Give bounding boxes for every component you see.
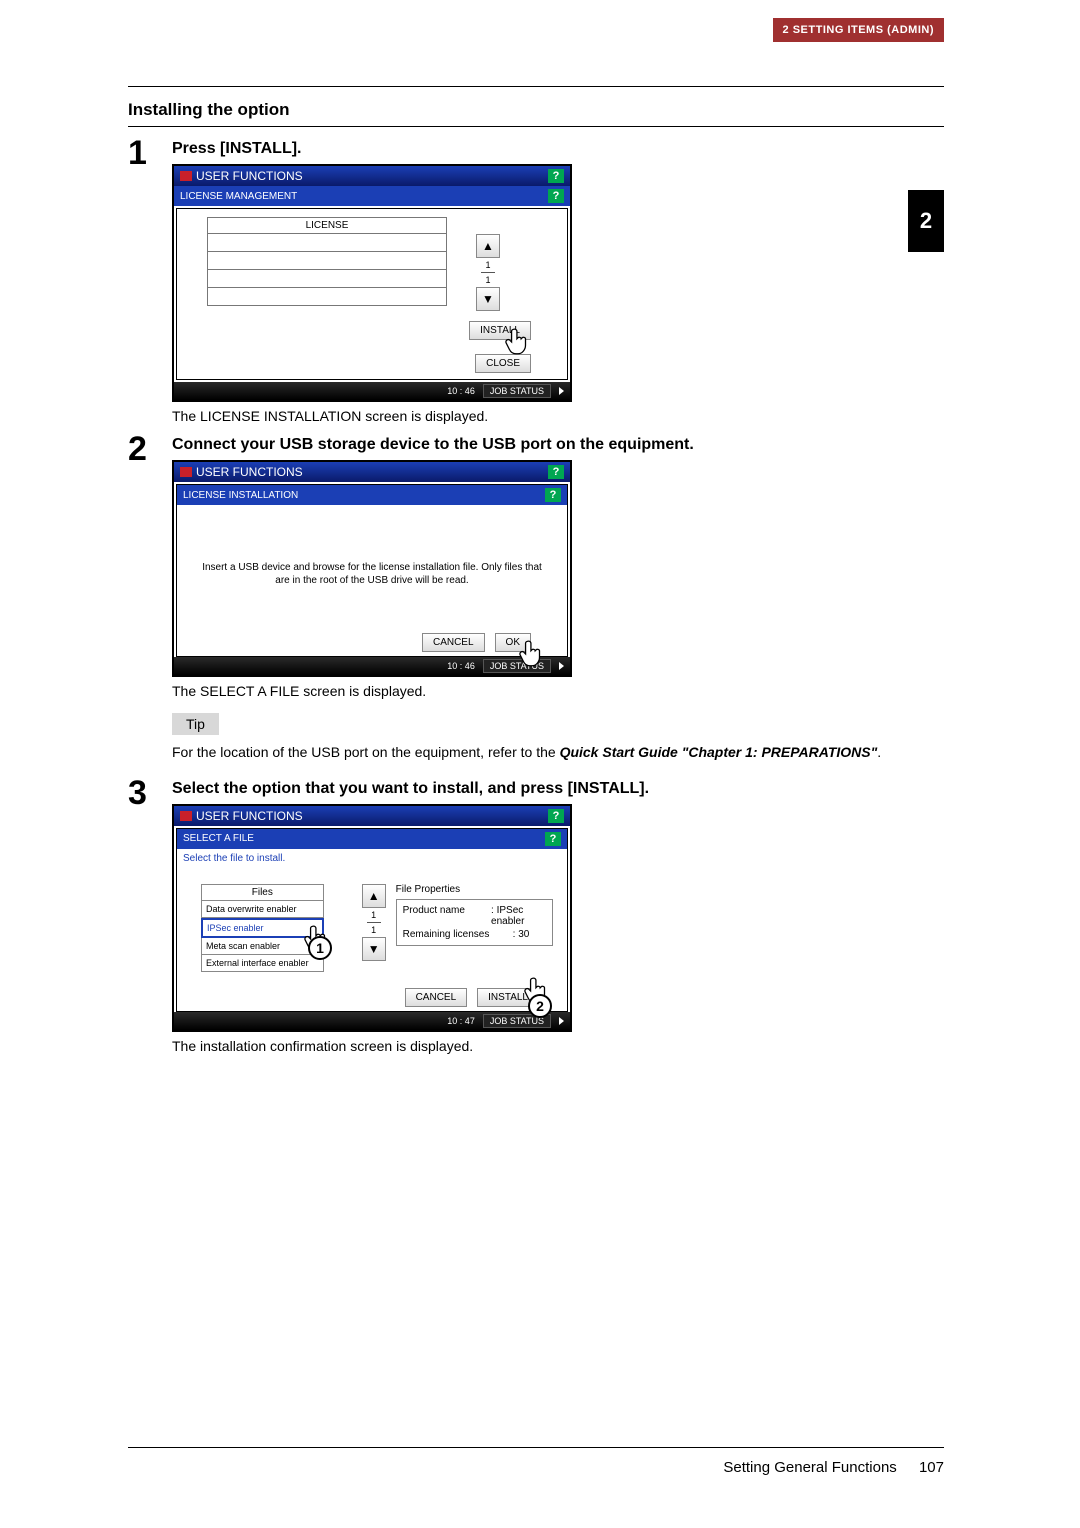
section-title: Installing the option (128, 100, 944, 127)
logo-icon (180, 811, 192, 821)
clock: 10 : 47 (447, 1016, 475, 1026)
property-row: Remaining licenses: 30 (403, 928, 546, 941)
footer: Setting General Functions 107 (723, 1459, 944, 1476)
page-total: 1 (485, 274, 490, 286)
page-up-button[interactable]: ▲ (476, 234, 500, 258)
status-bar: 10 : 47 JOB STATUS (174, 1012, 570, 1030)
instruction-message: Insert a USB device and browse for the l… (177, 505, 567, 627)
titlebar: USER FUNCTIONS ? (174, 166, 570, 186)
page-down-button[interactable]: ▼ (362, 937, 386, 961)
help-icon[interactable]: ? (548, 465, 564, 479)
file-item[interactable]: Meta scan enabler (201, 938, 324, 955)
breadcrumb-text: LICENSE MANAGEMENT (180, 191, 297, 202)
help-icon[interactable]: ? (548, 809, 564, 823)
top-rule (128, 86, 944, 87)
license-column-header: LICENSE (207, 217, 447, 234)
files-column-header: Files (201, 884, 324, 901)
license-row[interactable] (207, 234, 447, 252)
file-item-selected[interactable]: IPSec enabler (201, 918, 324, 938)
license-row[interactable] (207, 270, 447, 288)
page-current: 1 (485, 259, 490, 271)
status-bar: 10 : 46 JOB STATUS (174, 382, 570, 400)
screenshot-select-file: USER FUNCTIONS ? SELECT A FILE ? Select … (172, 804, 572, 1032)
step-2: 2 Connect your USB storage device to the… (128, 432, 944, 768)
titlebar: USER FUNCTIONS ? (174, 462, 570, 482)
page-number: 107 (919, 1459, 944, 1476)
cancel-button[interactable]: CANCEL (422, 633, 485, 652)
window-title: USER FUNCTIONS (196, 809, 303, 823)
step-caption: The SELECT A FILE screen is displayed. (172, 683, 944, 699)
step-1: 1 Press [INSTALL]. USER FUNCTIONS ? LICE… (128, 136, 944, 424)
step-number: 1 (128, 136, 172, 424)
breadcrumb: SELECT A FILE ? (177, 829, 567, 849)
step-number: 3 (128, 776, 172, 1054)
file-item[interactable]: Data overwrite enabler (201, 901, 324, 918)
triangle-icon (559, 1017, 564, 1025)
step-heading: Select the option that you want to insta… (172, 780, 944, 798)
header-badge: 2 SETTING ITEMS (ADMIN) (773, 18, 944, 42)
window-title: USER FUNCTIONS (196, 465, 303, 479)
tip-box: Tip For the location of the USB port on … (172, 713, 944, 762)
help-icon[interactable]: ? (548, 169, 564, 183)
step-number: 2 (128, 432, 172, 768)
screenshot-license-installation: USER FUNCTIONS ? LICENSE INSTALLATION ? … (172, 460, 572, 677)
page-down-button[interactable]: ▼ (476, 287, 500, 311)
license-row[interactable] (207, 252, 447, 270)
titlebar: USER FUNCTIONS ? (174, 806, 570, 826)
section-title-text: Installing the option (128, 100, 944, 120)
step-heading: Press [INSTALL]. (172, 140, 944, 158)
file-item[interactable]: External interface enabler (201, 955, 324, 972)
window-title: USER FUNCTIONS (196, 169, 303, 183)
screenshot-license-management: USER FUNCTIONS ? LICENSE MANAGEMENT ? LI… (172, 164, 572, 402)
callout-1: 1 (308, 936, 332, 960)
close-button[interactable]: CLOSE (475, 354, 531, 373)
help-icon[interactable]: ? (545, 488, 561, 502)
install-button[interactable]: INSTALL (469, 321, 531, 340)
help-icon[interactable]: ? (548, 189, 564, 203)
clock: 10 : 46 (447, 386, 475, 396)
job-status-button[interactable]: JOB STATUS (483, 659, 551, 673)
job-status-button[interactable]: JOB STATUS (483, 384, 551, 398)
step-caption: The installation confirmation screen is … (172, 1038, 944, 1054)
logo-icon (180, 171, 192, 181)
page-total: 1 (371, 924, 376, 936)
breadcrumb-text: LICENSE INSTALLATION (183, 490, 298, 501)
page-up-button[interactable]: ▲ (362, 884, 386, 908)
pager: ▲ 1 1 ▼ (362, 884, 386, 972)
tip-text: For the location of the USB port on the … (172, 743, 944, 762)
status-bar: 10 : 46 JOB STATUS (174, 657, 570, 675)
property-row: Product name: IPSec enabler (403, 904, 546, 928)
clock: 10 : 46 (447, 661, 475, 671)
breadcrumb-text: SELECT A FILE (183, 833, 254, 844)
callout-2: 2 (528, 994, 552, 1018)
page-current: 1 (371, 909, 376, 921)
step-heading: Connect your USB storage device to the U… (172, 436, 944, 454)
cancel-button[interactable]: CANCEL (405, 988, 468, 1007)
step-3: 3 Select the option that you want to ins… (128, 776, 944, 1054)
ok-button[interactable]: OK (495, 633, 531, 652)
steps-container: 1 Press [INSTALL]. USER FUNCTIONS ? LICE… (128, 136, 944, 1062)
license-row[interactable] (207, 288, 447, 306)
triangle-icon (559, 662, 564, 670)
instruction-text: Select the file to install. (177, 849, 567, 874)
footer-section: Setting General Functions (723, 1459, 896, 1476)
footer-rule (128, 1447, 944, 1448)
breadcrumb: LICENSE INSTALLATION ? (177, 485, 567, 505)
step-caption: The LICENSE INSTALLATION screen is displ… (172, 408, 944, 424)
breadcrumb: LICENSE MANAGEMENT ? (174, 186, 570, 206)
pager: ▲ 1 1 ▼ (475, 234, 501, 311)
logo-icon (180, 467, 192, 477)
tip-label: Tip (172, 713, 219, 735)
file-properties-header: File Properties (396, 884, 553, 899)
help-icon[interactable]: ? (545, 832, 561, 846)
triangle-icon (559, 387, 564, 395)
